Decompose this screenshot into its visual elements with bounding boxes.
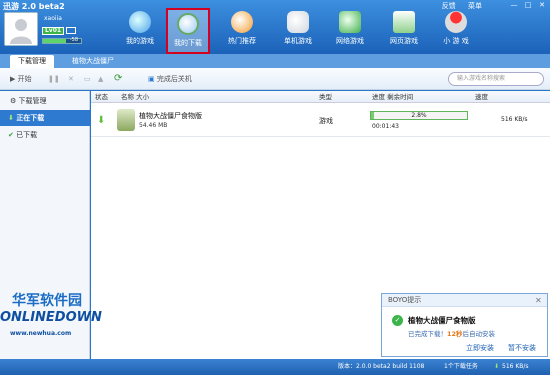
avatar-icon xyxy=(5,13,37,45)
sidebar-label: 已下载 xyxy=(16,131,38,139)
header: 迅游 2.0 beta2 xaoiia Lv01 -58 我的游戏 我的下载 热… xyxy=(0,0,550,54)
sidebar-item-download-manager[interactable]: ⚙ 下载管理 xyxy=(0,93,90,109)
header-type[interactable]: 类型 xyxy=(319,91,332,103)
nav-single-player[interactable]: 单机游戏 xyxy=(276,8,320,54)
speed-arrow-icon: ⬇ xyxy=(494,363,500,370)
toolbar: ▶ 开始 ❚❚ ✕ ▭ ▲ ⟳ ▣ 完成后关机 输入游戏名称搜索 ⚲ xyxy=(0,68,550,150)
game-name: 植物大战僵尸食物版 xyxy=(139,112,202,120)
notification-popup: BOYO提示 ✕ ✓ 植物大战僵尸食物版 已完成下载！12秒后自动安装 立即安装… xyxy=(381,293,548,357)
people-icon xyxy=(129,11,151,33)
popup-msg-post: 后自动安装 xyxy=(462,330,496,338)
gear-icon: ⚙ xyxy=(10,97,19,105)
shutdown-label: 完成后关机 xyxy=(156,75,192,83)
tab-bar: 下载管理 植物大战僵尸 xyxy=(0,54,550,68)
progress-bar: 2.8% xyxy=(370,111,468,120)
gamepad-icon xyxy=(287,11,309,33)
app-title: 迅游 2.0 beta2 xyxy=(3,2,65,11)
popup-msg-pre: 已完成下载！ xyxy=(408,330,447,338)
status-bar: 版本：2.0.0 beta2 build 1108 1个下载任务 ⬇ 516 K… xyxy=(0,359,550,375)
download-gear-icon xyxy=(177,13,199,35)
minimize-icon[interactable]: — xyxy=(508,1,520,10)
header-name-size[interactable]: 名称 大小 xyxy=(121,91,149,103)
pause-icon[interactable]: ❚❚ xyxy=(48,73,60,85)
install-now-link[interactable]: 立即安装 xyxy=(466,343,494,353)
nav-label: 热门推荐 xyxy=(228,37,256,45)
nav-my-downloads[interactable]: 我的下载 xyxy=(166,8,210,54)
nav-label: 小 游 戏 xyxy=(443,37,469,45)
header-status[interactable]: 状态 xyxy=(95,91,108,103)
level-badge: Lv01 xyxy=(42,27,64,35)
maximize-icon[interactable]: □ xyxy=(522,1,534,10)
sidebar-item-downloaded[interactable]: ✔ 已下载 xyxy=(0,127,90,143)
game-thumbnail xyxy=(117,109,135,131)
tab-download-manager[interactable]: 下载管理 xyxy=(10,55,54,68)
search-input[interactable]: 输入游戏名称搜索 xyxy=(448,72,544,86)
nav-mini-games[interactable]: 小 游 戏 xyxy=(434,8,478,54)
nav-hot[interactable]: 热门推荐 xyxy=(220,8,264,54)
popup-title: BOYO提示 xyxy=(382,294,547,307)
header-progress[interactable]: 进度 剩余时间 xyxy=(372,91,413,103)
success-check-icon: ✓ xyxy=(392,315,403,326)
delete-icon[interactable]: ✕ xyxy=(68,73,74,85)
watermark-url: www.newhua.com xyxy=(10,330,72,337)
game-type: 游戏 xyxy=(319,117,333,125)
feedback-link[interactable]: 反馈 xyxy=(442,2,456,10)
joystick-icon xyxy=(445,11,467,33)
nav-web-games[interactable]: 网页游戏 xyxy=(382,8,426,54)
nav-my-games[interactable]: 我的游戏 xyxy=(118,8,162,54)
folder-icon[interactable]: ▭ xyxy=(84,73,91,85)
watermark-cn: 华军软件园 xyxy=(12,293,82,309)
watermark-logo: 华军软件园 ONLINEDOWN www.newhua.com xyxy=(0,290,110,360)
popup-close-icon[interactable]: ✕ xyxy=(535,296,542,305)
web-page-icon xyxy=(393,11,415,33)
watermark-en: ONLINEDOWN xyxy=(0,310,102,325)
up-icon[interactable]: ▲ xyxy=(98,73,103,85)
globe-icon xyxy=(231,11,253,33)
exp-bar-label: -58 xyxy=(69,37,78,43)
start-label: 开始 xyxy=(17,75,32,83)
nav-label: 我的游戏 xyxy=(126,37,154,45)
header-speed[interactable]: 速度 xyxy=(475,91,488,103)
sidebar-label: 下载管理 xyxy=(18,97,47,105)
table-header: 状态 名称 大小 类型 进度 剩余时间 速度 xyxy=(91,91,550,103)
nav-label: 单机游戏 xyxy=(284,37,312,45)
start-button[interactable]: ▶ 开始 xyxy=(10,73,32,85)
remaining-time: 00:01:43 xyxy=(372,123,399,130)
shutdown-button[interactable]: ▣ 完成后关机 xyxy=(148,73,192,85)
mail-icon[interactable] xyxy=(66,27,76,34)
task-count: 1个下载任务 xyxy=(444,363,478,370)
nav-label: 网页游戏 xyxy=(390,37,418,45)
close-icon[interactable]: ✕ xyxy=(536,1,548,10)
nav-label: 我的下载 xyxy=(174,39,202,47)
progress-text: 2.8% xyxy=(411,112,427,119)
book-icon xyxy=(339,11,361,33)
popup-message: 已完成下载！12秒后自动安装 xyxy=(408,328,495,338)
download-speed: 516 KB/s xyxy=(501,116,528,123)
play-icon: ▶ xyxy=(10,75,18,83)
table-row[interactable]: ⬇ 植物大战僵尸食物版 54.46 MB 游戏 2.8% 00:01:43 51… xyxy=(91,105,550,137)
nav-online[interactable]: 网络游戏 xyxy=(328,8,372,54)
avatar[interactable] xyxy=(4,12,38,46)
tab-game[interactable]: 植物大战僵尸 xyxy=(64,55,122,68)
downloading-arrow-icon: ⬇ xyxy=(97,115,106,126)
refresh-icon[interactable]: ⟳ xyxy=(114,73,122,85)
nav-label: 网络游戏 xyxy=(336,37,364,45)
exp-bar: -58 xyxy=(42,37,82,44)
exp-bar-fill xyxy=(43,39,66,43)
version-text: 版本：2.0.0 beta2 build 1108 xyxy=(338,363,425,370)
install-later-link[interactable]: 暂不安装 xyxy=(508,343,536,353)
window-links: 反馈 菜单 xyxy=(442,1,492,11)
check-icon: ✔ xyxy=(8,131,17,139)
status-speed: 516 KB/s xyxy=(502,363,529,370)
username: xaoiia xyxy=(44,15,62,22)
sidebar-item-downloading[interactable]: ⬇ 正在下载 xyxy=(0,110,90,126)
menu-link[interactable]: 菜单 xyxy=(468,2,482,10)
sidebar-label: 正在下载 xyxy=(16,114,45,122)
monitor-icon: ▣ xyxy=(148,75,157,83)
popup-countdown: 12秒 xyxy=(447,330,463,338)
popup-game-name: 植物大战僵尸食物版 xyxy=(408,316,476,325)
game-size: 54.46 MB xyxy=(139,122,168,129)
